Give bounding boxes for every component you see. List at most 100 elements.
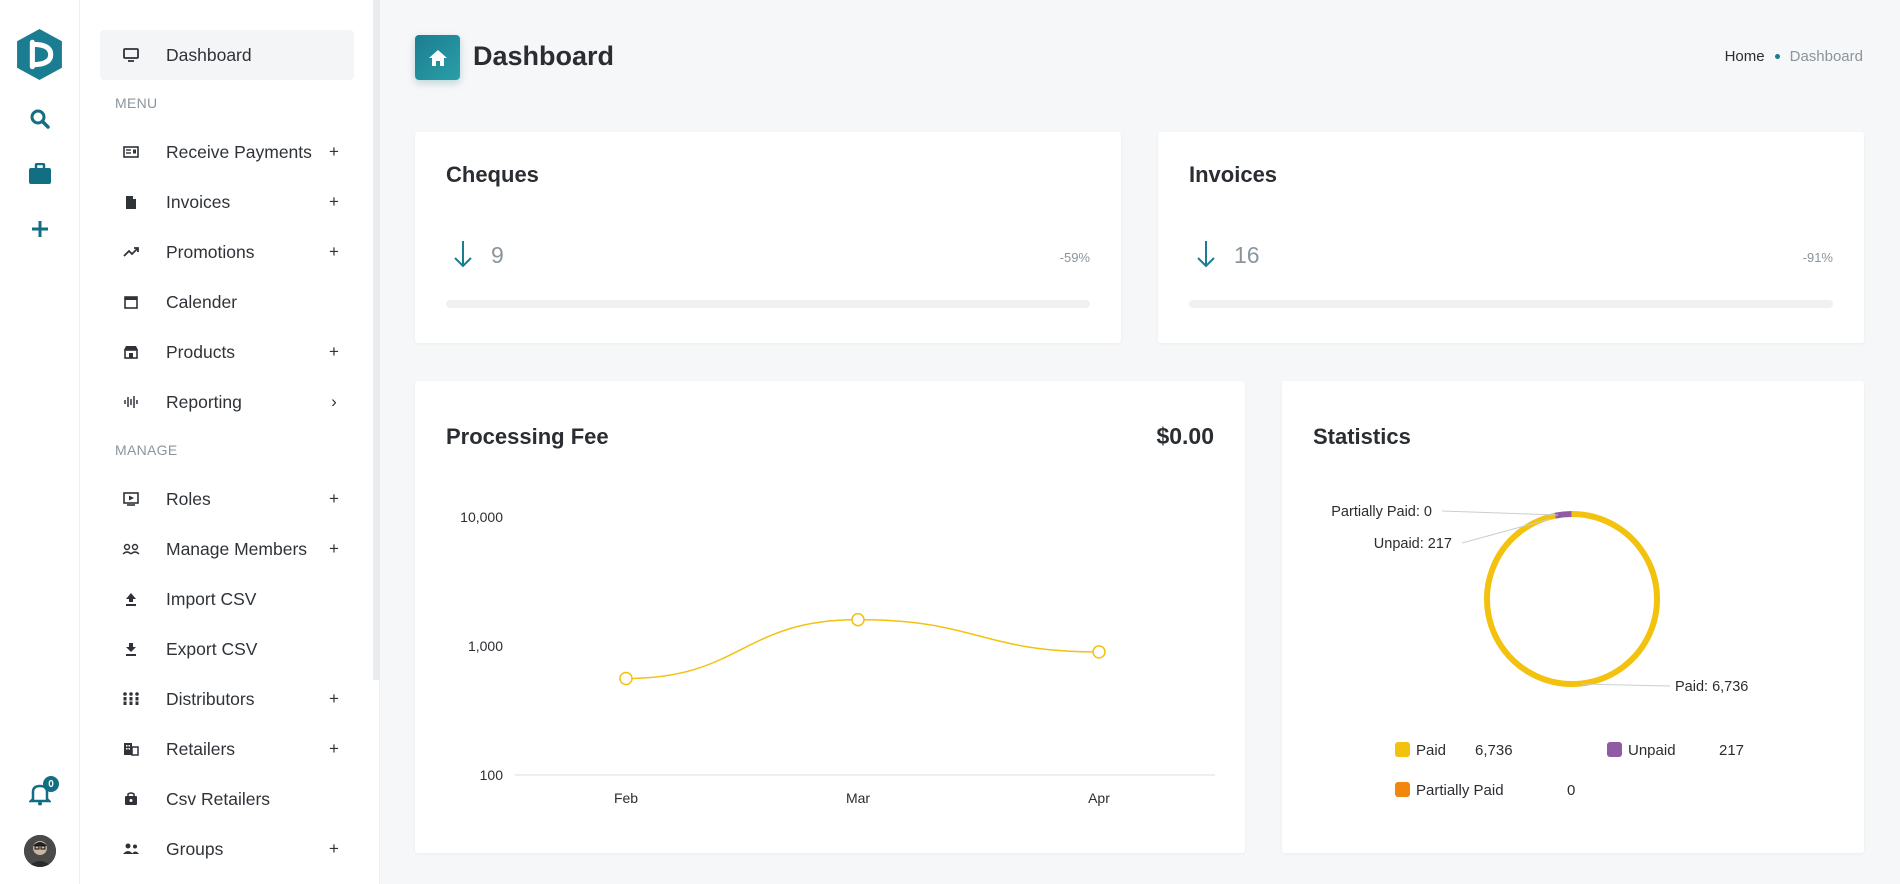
home-icon — [415, 35, 460, 80]
sidebar-item-products[interactable]: Products + — [100, 327, 354, 377]
invoices-count: 16 — [1234, 242, 1260, 268]
payments-icon — [120, 142, 142, 162]
expand-icon[interactable]: + — [324, 142, 344, 162]
waveform-icon — [120, 392, 142, 412]
expand-icon[interactable]: + — [324, 689, 344, 709]
members-icon — [120, 539, 142, 559]
slice-label: Partially Paid: 0 — [1331, 504, 1432, 520]
sidebar-item-label: Products — [166, 341, 236, 362]
sidebar-item-dashboard[interactable]: Dashboard — [100, 30, 354, 80]
y-tick-label: 10,000 — [460, 509, 503, 525]
section-label-menu: MENU — [115, 95, 158, 111]
sidebar-item-label: Export CSV — [166, 638, 258, 659]
upload-icon — [120, 589, 142, 609]
briefcase-icon[interactable] — [26, 160, 54, 188]
sidebar-item-label: Manage Members — [166, 538, 308, 559]
building-icon — [120, 739, 142, 759]
sidebar: Dashboard MENU Receive Payments + Invoic… — [80, 0, 380, 884]
document-icon — [120, 192, 142, 212]
breadcrumb-separator — [1774, 54, 1780, 59]
sidebar-item-invoices[interactable]: Invoices + — [100, 177, 354, 227]
calendar-icon — [120, 292, 142, 312]
arrow-down-icon — [1197, 241, 1215, 268]
sidebar-item-import-csv[interactable]: Import CSV — [100, 574, 354, 624]
x-tick-label: Feb — [614, 790, 638, 806]
store-icon — [120, 342, 142, 362]
sidebar-item-retailers[interactable]: Retailers + — [100, 724, 354, 774]
y-tick-label: 1,000 — [468, 638, 503, 654]
sidebar-item-label: Invoices — [166, 191, 231, 212]
sidebar-item-label: Retailers — [166, 738, 236, 759]
processing-fee-chart: 100 1,000 10,000 Feb Mar Apr — [460, 509, 1215, 806]
sidebar-item-label: Promotions — [166, 241, 255, 262]
callout-line — [1581, 683, 1671, 687]
sidebar-item-manage-members[interactable]: Manage Members + — [100, 524, 354, 574]
cheques-change: -59% — [1059, 250, 1090, 265]
slice-label: Paid: 6,736 — [1675, 679, 1748, 695]
sidebar-item-csv-retailers[interactable]: Csv Retailers — [100, 774, 354, 824]
callout-line — [1441, 510, 1559, 516]
card-title: Cheques — [446, 162, 539, 187]
sidebar-item-label: Calender — [166, 291, 238, 312]
icon-rail: 0 — [0, 0, 80, 884]
callout-line — [1461, 518, 1551, 544]
trending-icon — [120, 242, 142, 262]
sidebar-item-label: Csv Retailers — [166, 788, 271, 809]
sidebar-scrollbar[interactable] — [373, 0, 380, 680]
sidebar-item-label: Receive Payments — [166, 141, 312, 162]
y-tick-label: 100 — [480, 767, 504, 783]
expand-icon[interactable]: + — [324, 242, 344, 262]
sidebar-item-promotions[interactable]: Promotions + — [100, 227, 354, 277]
legend-value: 217 — [1719, 742, 1744, 759]
expand-icon[interactable]: + — [324, 342, 344, 362]
cheques-count: 9 — [491, 242, 504, 268]
sidebar-item-reporting[interactable]: Reporting › — [100, 377, 354, 427]
logo-icon[interactable] — [13, 28, 66, 81]
cheques-card: Cheques 9 -59% — [415, 132, 1121, 343]
sidebar-item-calender[interactable]: Calender — [100, 277, 354, 327]
people-icon — [120, 839, 142, 859]
legend-label: Unpaid — [1628, 742, 1676, 759]
x-tick-label: Apr — [1088, 790, 1110, 806]
data-point[interactable] — [851, 612, 865, 627]
expand-icon[interactable]: + — [324, 739, 344, 759]
search-icon[interactable] — [26, 105, 54, 133]
sidebar-item-receive-payments[interactable]: Receive Payments + — [100, 127, 354, 177]
section-label-manage: MANAGE — [115, 442, 178, 458]
invoices-card: Invoices 16 -91% — [1158, 132, 1864, 343]
expand-icon[interactable]: + — [324, 489, 344, 509]
sidebar-item-groups[interactable]: Groups + — [100, 824, 354, 874]
plus-icon[interactable] — [26, 215, 54, 243]
breadcrumb-home[interactable]: Home — [1725, 48, 1765, 65]
x-tick-label: Mar — [846, 790, 870, 806]
legend-swatch — [1395, 742, 1410, 757]
legend-label: Partially Paid — [1416, 782, 1504, 799]
sidebar-item-label: Reporting — [166, 391, 242, 412]
sidebar-item-label: Groups — [166, 838, 224, 859]
legend-swatch — [1395, 782, 1410, 797]
slice-label: Unpaid: 217 — [1374, 536, 1452, 552]
legend-label: Paid — [1416, 742, 1446, 759]
distributors-icon — [120, 689, 142, 709]
chevron-right-icon[interactable]: › — [324, 392, 344, 412]
legend-swatch — [1607, 742, 1622, 757]
page-title: Dashboard — [473, 41, 615, 71]
sidebar-item-label: Dashboard — [166, 44, 252, 65]
sidebar-item-roles[interactable]: Roles + — [100, 474, 354, 524]
arrow-down-icon — [454, 241, 472, 268]
video-icon — [120, 489, 142, 509]
sidebar-item-distributors[interactable]: Distributors + — [100, 674, 354, 724]
data-point[interactable] — [1092, 645, 1106, 659]
expand-icon[interactable]: + — [324, 839, 344, 859]
processing-fee-card: Processing Fee $0.00 100 1,000 10,000 Feb Ma… — [415, 381, 1245, 853]
avatar[interactable] — [24, 835, 56, 867]
breadcrumb-current: Dashboard — [1789, 48, 1863, 65]
bag-icon — [120, 789, 142, 809]
expand-icon[interactable]: + — [324, 539, 344, 559]
sidebar-item-label: Roles — [166, 488, 211, 509]
expand-icon[interactable]: + — [324, 192, 344, 212]
pie-slice[interactable] — [1484, 511, 1660, 687]
sidebar-item-export-csv[interactable]: Export CSV — [100, 624, 354, 674]
data-point[interactable] — [619, 671, 633, 686]
invoices-change: -91% — [1802, 250, 1833, 265]
